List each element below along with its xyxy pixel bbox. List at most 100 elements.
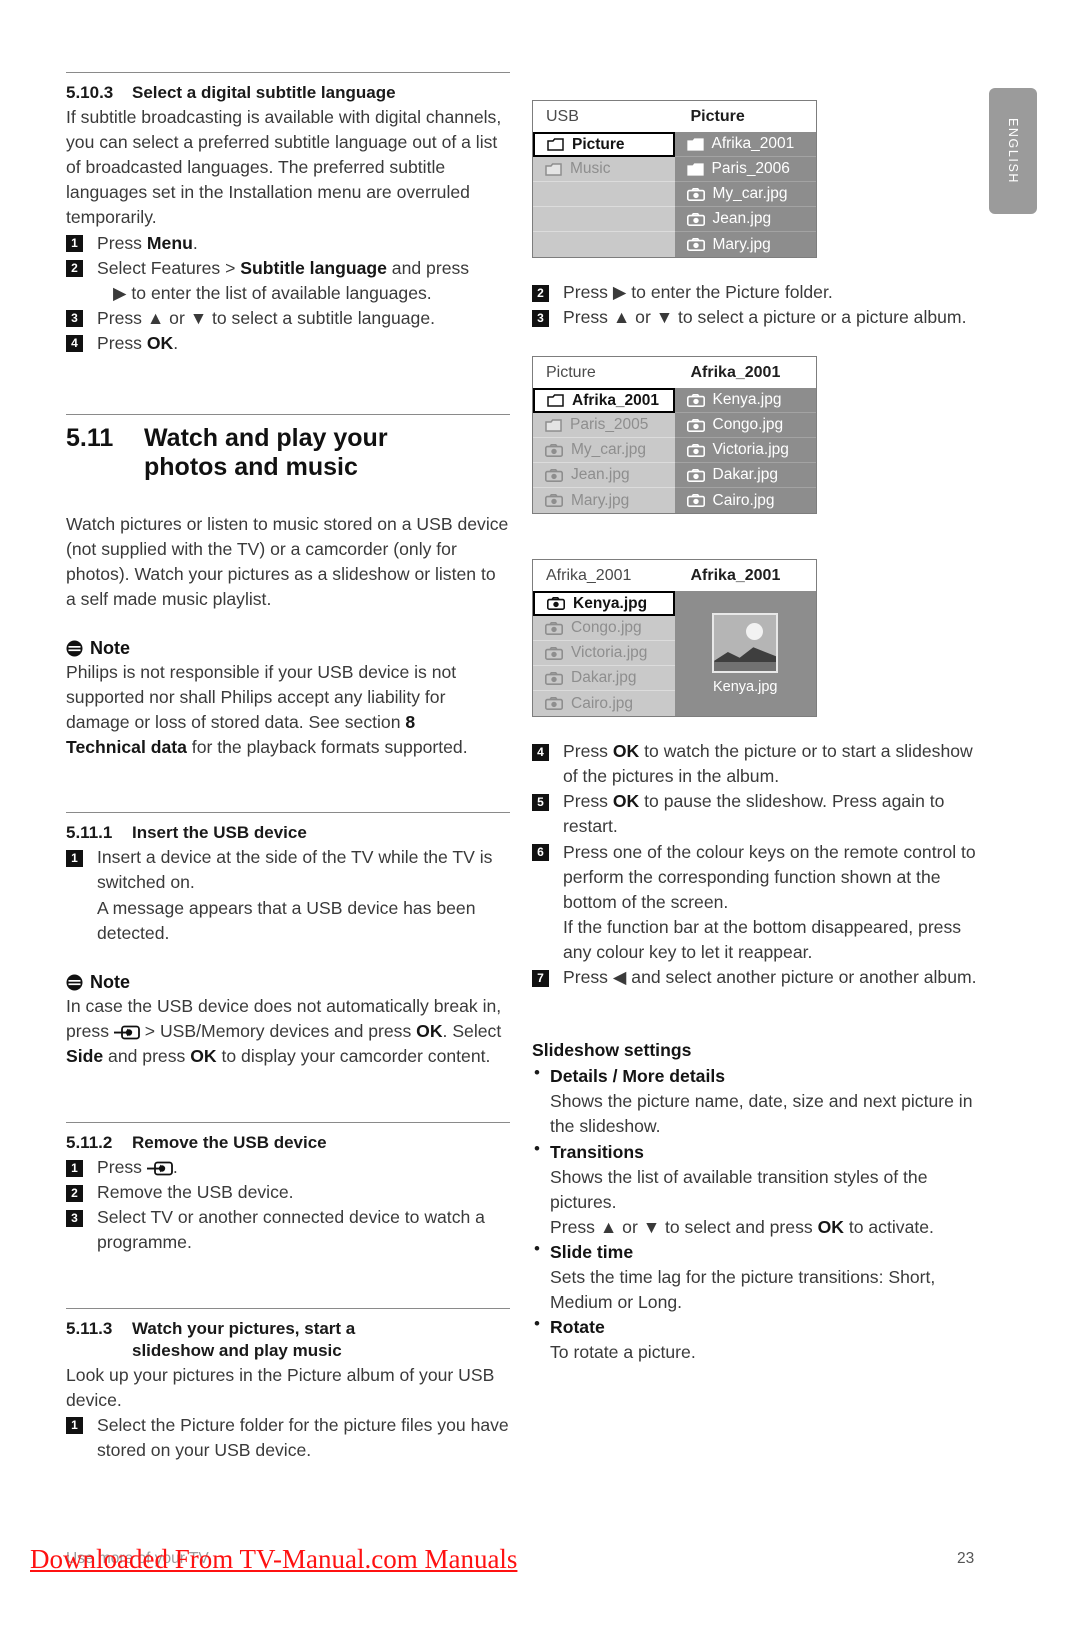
list-item: Transitions Shows the list of available … bbox=[532, 1138, 980, 1240]
setting-title: Details / More details bbox=[550, 1066, 726, 1087]
step-item: 3 Press ▲ or ▼ to select a picture or a p… bbox=[532, 305, 980, 330]
menu-item-selected[interactable]: Kenya.jpg bbox=[533, 591, 675, 617]
step-number: 1 bbox=[66, 849, 83, 867]
menu-item-label: Cairo.jpg bbox=[571, 694, 634, 712]
photo-icon bbox=[545, 443, 563, 457]
menu-item[interactable]: Music bbox=[533, 157, 675, 182]
list-item: Details / More details Shows the picture… bbox=[532, 1063, 980, 1139]
slideshow-settings-heading: Slideshow settings bbox=[532, 1040, 692, 1061]
menu-header: USB Picture bbox=[533, 101, 816, 132]
menu-item-label: Mary.jpg bbox=[712, 235, 771, 253]
section-divider bbox=[66, 1122, 510, 1123]
step-number: 1 bbox=[66, 235, 83, 253]
tv-menu-afrika-preview: Afrika_2001 Afrika_2001 Kenya.jpg Congo.… bbox=[532, 559, 817, 718]
menu-item-selected[interactable]: Afrika_2001 bbox=[533, 388, 675, 414]
section-number: 5.11.3 bbox=[66, 1319, 113, 1339]
menu-item-label: Dakar.jpg bbox=[571, 669, 637, 687]
step-item: 1 Press . bbox=[66, 1155, 510, 1180]
step-number: 6 bbox=[532, 844, 549, 862]
menu-item[interactable]: Jean.jpg bbox=[674, 207, 816, 232]
menu-item-label: Paris_2005 bbox=[570, 416, 649, 434]
step-item: 7 Press ◀ and select another picture or a… bbox=[532, 965, 980, 990]
step-text: Press bbox=[97, 332, 147, 353]
step-item: 2 Remove the USB device. bbox=[66, 1180, 510, 1205]
step-item: 1 Press Menu. bbox=[66, 231, 510, 256]
note-text-end: for the playback formats supported. bbox=[186, 737, 468, 758]
language-tab: ENGLISH bbox=[989, 88, 1037, 214]
menu-item[interactable]: Dakar.jpg bbox=[533, 666, 675, 692]
menu-item[interactable]: Congo.jpg bbox=[674, 413, 816, 439]
menu-item[interactable]: Dakar.jpg bbox=[674, 463, 816, 489]
photo-icon bbox=[547, 597, 565, 611]
note-text-5: to display your camcorder content. bbox=[216, 1045, 491, 1066]
menu-item[interactable]: My_car.jpg bbox=[674, 182, 816, 207]
menu-item-label: Mary.jpg bbox=[571, 491, 630, 509]
menu-item[interactable]: Congo.jpg bbox=[533, 616, 675, 642]
step-text: Press bbox=[563, 791, 613, 812]
paragraph-5-11-3-body: Look up your pictures in the Picture alb… bbox=[66, 1364, 495, 1410]
menu-header-left: Picture bbox=[546, 363, 596, 381]
menu-item[interactable]: Victoria.jpg bbox=[533, 641, 675, 667]
section-title-line1: Watch your pictures, start a bbox=[132, 1319, 356, 1339]
photo-icon bbox=[686, 212, 705, 226]
photo-icon bbox=[686, 443, 705, 457]
menu-item[interactable]: Mary.jpg bbox=[674, 232, 816, 257]
setting-desc-pre: Press ▲ or ▼ to select and press bbox=[550, 1216, 818, 1237]
menu-item[interactable]: Paris_2005 bbox=[533, 413, 675, 439]
menu-item[interactable]: My_car.jpg bbox=[533, 438, 675, 464]
menu-columns: Kenya.jpg Congo.jpg Victoria.jpg Dakar.j… bbox=[533, 591, 816, 717]
note-text-4: and press bbox=[103, 1045, 191, 1066]
menu-item[interactable]: Afrika_2001 bbox=[674, 132, 816, 157]
step-text-post: . bbox=[192, 232, 198, 253]
menu-item-empty bbox=[533, 232, 675, 257]
step-bold: Subtitle language bbox=[240, 257, 387, 278]
step-text: Press one of the colour keys on the remo… bbox=[563, 841, 976, 912]
menu-item-label: Victoria.jpg bbox=[712, 441, 789, 459]
photo-icon bbox=[545, 468, 563, 482]
menu-item-label: Afrika_2001 bbox=[711, 135, 795, 152]
section-title-line2: photos and music bbox=[144, 452, 358, 481]
step-number: 1 bbox=[66, 1159, 83, 1177]
step-item: 3 Press ▲ or ▼ to select a subtitle langu… bbox=[66, 306, 510, 331]
photo-icon bbox=[545, 646, 563, 660]
menu-item[interactable]: Paris_2006 bbox=[674, 157, 816, 182]
step-continuation: ▶ to enter the list of available languag… bbox=[113, 282, 432, 303]
step-item: 1 Insert a device at the side of the TV w… bbox=[66, 845, 510, 945]
step-item: 2 Select Features > Subtitle language and… bbox=[66, 256, 510, 306]
setting-desc-bold: OK bbox=[817, 1216, 844, 1237]
step-bold: OK bbox=[612, 791, 640, 812]
photo-icon bbox=[686, 418, 705, 432]
steps-5-11-1: 1 Insert a device at the side of the TV w… bbox=[66, 845, 510, 945]
step-bold: Menu bbox=[146, 232, 193, 253]
section-divider bbox=[66, 414, 510, 416]
menu-item[interactable]: Cairo.jpg bbox=[533, 691, 675, 717]
note-bold-ok-2: OK bbox=[190, 1045, 217, 1066]
menu-item-label: Music bbox=[570, 160, 611, 177]
menu-item[interactable]: Mary.jpg bbox=[533, 488, 675, 514]
step-number: 7 bbox=[532, 969, 549, 987]
setting-title: Rotate bbox=[550, 1317, 605, 1338]
menu-item-label: My_car.jpg bbox=[712, 185, 788, 202]
menu-item[interactable]: Jean.jpg bbox=[533, 463, 675, 489]
sun-shape bbox=[746, 622, 764, 640]
menu-item[interactable]: Cairo.jpg bbox=[674, 488, 816, 514]
right-column: USB Picture Picture Music Afrika_2001 Pa… bbox=[532, 100, 980, 1365]
note-bold-side: Side bbox=[66, 1045, 104, 1066]
menu-item-label: My_car.jpg bbox=[571, 441, 646, 459]
section-title: Insert the USB device bbox=[132, 823, 307, 843]
menu-item[interactable]: Kenya.jpg bbox=[674, 388, 816, 414]
setting-desc-post: to activate. bbox=[843, 1216, 934, 1237]
menu-item-label: Paris_2006 bbox=[711, 160, 790, 177]
menu-item[interactable]: Victoria.jpg bbox=[674, 438, 816, 464]
step-text: Press bbox=[97, 1157, 147, 1178]
setting-title: Slide time bbox=[550, 1241, 634, 1262]
paragraph-5-10-3-intro: If subtitle broadcasting is available wi… bbox=[66, 107, 502, 228]
menu-item-selected[interactable]: Picture bbox=[533, 132, 675, 157]
step-text-post: and press bbox=[386, 257, 470, 278]
